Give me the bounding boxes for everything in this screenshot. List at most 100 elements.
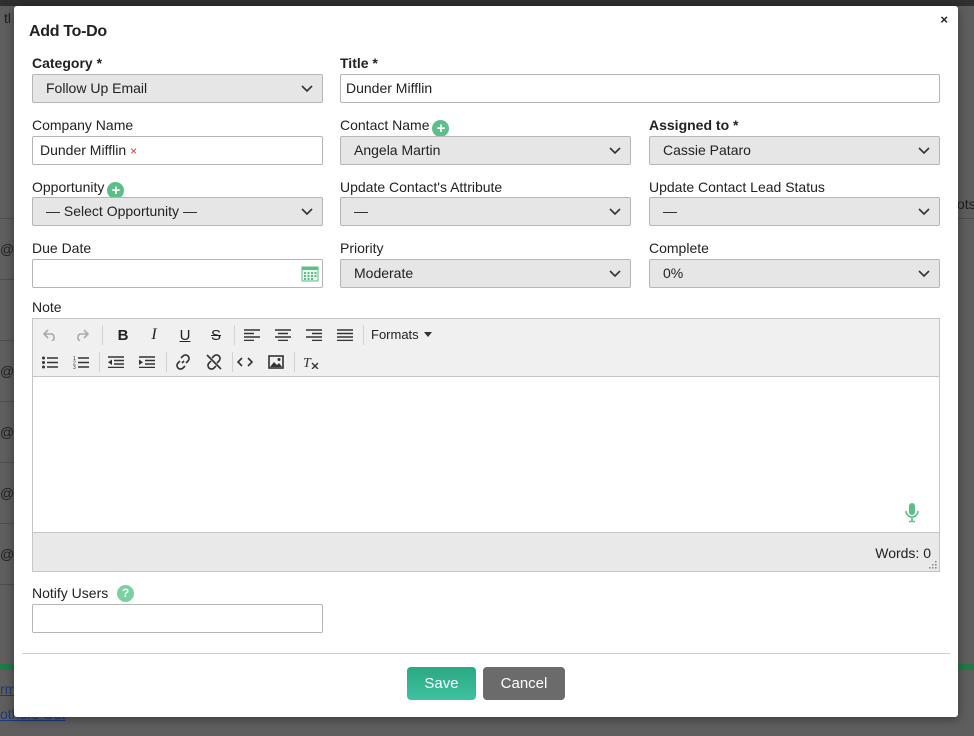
- calendar-icon[interactable]: [301, 265, 319, 282]
- add-contact-plus-icon[interactable]: +: [432, 120, 450, 137]
- bold-icon[interactable]: B: [111, 324, 135, 346]
- background-divider: [0, 401, 14, 402]
- toolbar-separator: [363, 325, 364, 345]
- notify-users-label: Notify Users: [32, 585, 109, 601]
- notify-users-input[interactable]: [32, 604, 323, 633]
- align-left-icon[interactable]: [240, 324, 264, 346]
- background-row-text: @: [0, 241, 15, 257]
- align-justify-icon[interactable]: [333, 324, 357, 346]
- category-label: Category *: [32, 55, 103, 71]
- priority-select[interactable]: Moderate: [340, 259, 631, 288]
- background-divider: [0, 340, 14, 341]
- due-date-input[interactable]: [32, 259, 323, 288]
- svg-text:T: T: [303, 356, 312, 369]
- background-text: ots: [957, 196, 974, 212]
- chevron-down-icon: [609, 147, 621, 155]
- modal-title: Add To-Do: [29, 23, 107, 40]
- assigned-to-value: Cassie Pataro: [663, 142, 751, 158]
- help-icon[interactable]: ?: [117, 585, 134, 602]
- unlink-icon[interactable]: [202, 351, 226, 373]
- underline-icon[interactable]: U: [173, 324, 197, 346]
- assigned-to-label: Assigned to *: [649, 117, 739, 133]
- chevron-down-icon: [609, 208, 621, 216]
- align-right-icon[interactable]: [302, 324, 326, 346]
- svg-text:3: 3: [73, 365, 76, 369]
- toolbar-separator: [294, 352, 295, 372]
- contact-attribute-label: Update Contact's Attribute: [340, 179, 503, 195]
- formats-dropdown[interactable]: Formats: [371, 327, 433, 342]
- background-divider: [0, 462, 14, 463]
- background-divider: [0, 279, 14, 280]
- contact-name-label-row: Contact Name +: [340, 117, 450, 137]
- toolbar-separator: [99, 352, 100, 372]
- link-icon[interactable]: [171, 351, 195, 373]
- microphone-icon[interactable]: [905, 503, 919, 523]
- remove-tag-icon[interactable]: ×: [130, 144, 137, 158]
- toolbar-separator: [166, 352, 167, 372]
- editor-toolbar: B I U S Formats 1 2 3 T: [33, 319, 939, 377]
- priority-value: Moderate: [354, 265, 414, 281]
- editor-status-bar: Words: 0: [33, 532, 939, 571]
- chevron-down-icon: [609, 270, 621, 278]
- title-label: Title *: [340, 55, 378, 71]
- undo-icon[interactable]: [38, 324, 62, 346]
- cancel-button[interactable]: Cancel: [483, 667, 565, 700]
- company-name-label: Company Name: [32, 117, 134, 133]
- background-row-text: @: [0, 424, 15, 440]
- company-tag: Dunder Mifflin: [40, 142, 127, 158]
- complete-label: Complete: [649, 240, 709, 256]
- background-row-text: @: [0, 546, 15, 562]
- opportunity-select[interactable]: — Select Opportunity —: [32, 197, 323, 226]
- note-editor: B I U S Formats 1 2 3 T Words: 0: [32, 318, 940, 572]
- opportunity-label: Opportunity: [32, 179, 105, 195]
- note-label: Note: [32, 299, 62, 315]
- contact-name-label: Contact Name: [340, 117, 430, 133]
- background-row-text: @: [0, 485, 15, 501]
- redo-icon[interactable]: [70, 324, 94, 346]
- word-count: Words: 0: [875, 545, 931, 561]
- close-icon[interactable]: ×: [940, 12, 948, 27]
- outdent-icon[interactable]: [104, 351, 128, 373]
- opportunity-label-row: Opportunity +: [32, 179, 125, 199]
- note-text-area[interactable]: [33, 377, 939, 532]
- background-divider: [0, 584, 14, 585]
- complete-select[interactable]: 0%: [649, 259, 940, 288]
- chevron-down-icon: [301, 208, 313, 216]
- priority-label: Priority: [340, 240, 384, 256]
- italic-icon[interactable]: I: [142, 324, 166, 346]
- code-icon[interactable]: [233, 351, 257, 373]
- numbered-list-icon[interactable]: 123: [69, 351, 93, 373]
- strikethrough-icon[interactable]: S: [204, 324, 228, 346]
- formats-label: Formats: [371, 327, 419, 342]
- chevron-down-icon: [918, 270, 930, 278]
- lead-status-value: —: [663, 203, 677, 219]
- background-divider: [0, 218, 14, 219]
- background-divider: [0, 523, 14, 524]
- clear-formatting-icon[interactable]: T: [299, 351, 323, 373]
- chevron-down-icon: [301, 85, 313, 93]
- chevron-down-icon: [918, 147, 930, 155]
- bullet-list-icon[interactable]: [38, 351, 62, 373]
- lead-status-label: Update Contact Lead Status: [649, 179, 825, 195]
- save-button[interactable]: Save: [407, 667, 476, 700]
- assigned-to-select[interactable]: Cassie Pataro: [649, 136, 940, 165]
- contact-attribute-value: —: [354, 203, 368, 219]
- company-name-input[interactable]: Dunder Mifflin ×: [32, 136, 323, 165]
- indent-icon[interactable]: [135, 351, 159, 373]
- due-date-label: Due Date: [32, 240, 92, 256]
- opportunity-value: — Select Opportunity —: [46, 203, 197, 219]
- contact-attribute-select[interactable]: —: [340, 197, 631, 226]
- background-row-text: @: [0, 363, 15, 379]
- background-divider: [958, 218, 974, 219]
- title-value: Dunder Mifflin: [346, 80, 433, 96]
- resize-handle-icon[interactable]: [928, 560, 937, 569]
- category-select[interactable]: Follow Up Email: [32, 74, 323, 103]
- lead-status-select[interactable]: —: [649, 197, 940, 226]
- caret-down-icon: [424, 332, 433, 337]
- chevron-down-icon: [918, 208, 930, 216]
- align-center-icon[interactable]: [271, 324, 295, 346]
- title-input[interactable]: Dunder Mifflin: [340, 74, 940, 103]
- footer-divider: [22, 653, 950, 654]
- image-icon[interactable]: [264, 351, 288, 373]
- contact-name-select[interactable]: Angela Martin: [340, 136, 631, 165]
